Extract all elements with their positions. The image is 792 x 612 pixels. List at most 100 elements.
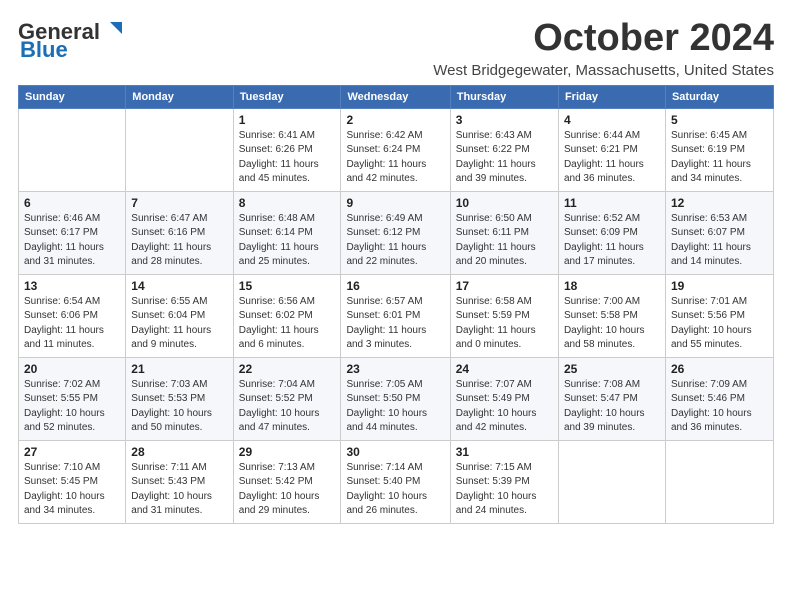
day-number: 4: [564, 113, 660, 127]
calendar-day-cell: 18 Sunrise: 7:00 AM Sunset: 5:58 PM Dayli…: [558, 274, 665, 357]
day-info: Sunrise: 6:56 AM Sunset: 6:02 PM Dayligh…: [239, 295, 336, 353]
calendar-day-cell: 13 Sunrise: 6:54 AM Sunset: 6:06 PM Dayli…: [19, 274, 126, 357]
day-info: Sunrise: 7:13 AM Sunset: 5:42 PM Dayligh…: [239, 461, 336, 519]
logo-icon: [102, 18, 124, 45]
day-info: Sunrise: 6:53 AM Sunset: 6:07 PM Dayligh…: [671, 212, 768, 270]
day-info: Sunrise: 7:09 AM Sunset: 5:46 PM Dayligh…: [671, 378, 768, 436]
day-number: 21: [131, 362, 227, 376]
day-info: Sunrise: 6:43 AM Sunset: 6:22 PM Dayligh…: [456, 129, 553, 187]
calendar-day-cell: 4 Sunrise: 6:44 AM Sunset: 6:21 PM Daylig…: [558, 108, 665, 191]
day-number: 31: [456, 445, 553, 459]
day-info: Sunrise: 6:41 AM Sunset: 6:26 PM Dayligh…: [239, 129, 336, 187]
calendar-day-cell: 1 Sunrise: 6:41 AM Sunset: 6:26 PM Daylig…: [233, 108, 341, 191]
day-info: Sunrise: 6:49 AM Sunset: 6:12 PM Dayligh…: [346, 212, 444, 270]
day-number: 15: [239, 279, 336, 293]
day-info: Sunrise: 7:01 AM Sunset: 5:56 PM Dayligh…: [671, 295, 768, 353]
calendar-day-cell: 10 Sunrise: 6:50 AM Sunset: 6:11 PM Dayli…: [450, 191, 558, 274]
title-area: October 2024 West Bridgegewater, Massach…: [433, 18, 774, 79]
day-number: 19: [671, 279, 768, 293]
calendar-day-cell: [665, 440, 773, 523]
page: General Blue October 2024 West Bridgegew…: [0, 0, 792, 534]
day-number: 10: [456, 196, 553, 210]
day-info: Sunrise: 7:05 AM Sunset: 5:50 PM Dayligh…: [346, 378, 444, 436]
day-number: 20: [24, 362, 120, 376]
calendar-day-cell: 23 Sunrise: 7:05 AM Sunset: 5:50 PM Dayli…: [341, 357, 450, 440]
calendar-day-cell: 7Sunrise: 6:47 AM Sunset: 6:16 PM Daylig…: [126, 191, 233, 274]
day-info: Sunrise: 6:44 AM Sunset: 6:21 PM Dayligh…: [564, 129, 660, 187]
col-tuesday: Tuesday: [233, 85, 341, 108]
calendar-week-row: 6Sunrise: 6:46 AM Sunset: 6:17 PM Daylig…: [19, 191, 774, 274]
calendar-day-cell: 27Sunrise: 7:10 AM Sunset: 5:45 PM Dayli…: [19, 440, 126, 523]
calendar-week-row: 20Sunrise: 7:02 AM Sunset: 5:55 PM Dayli…: [19, 357, 774, 440]
calendar-day-cell: 20Sunrise: 7:02 AM Sunset: 5:55 PM Dayli…: [19, 357, 126, 440]
month-title: October 2024: [433, 18, 774, 60]
day-number: 16: [346, 279, 444, 293]
day-number: 5: [671, 113, 768, 127]
calendar-day-cell: 15 Sunrise: 6:56 AM Sunset: 6:02 PM Dayli…: [233, 274, 341, 357]
day-info: Sunrise: 6:52 AM Sunset: 6:09 PM Dayligh…: [564, 212, 660, 270]
col-monday: Monday: [126, 85, 233, 108]
day-number: 18: [564, 279, 660, 293]
calendar-week-row: 27Sunrise: 7:10 AM Sunset: 5:45 PM Dayli…: [19, 440, 774, 523]
calendar-day-cell: [558, 440, 665, 523]
day-number: 6: [24, 196, 120, 210]
calendar-day-cell: 29 Sunrise: 7:13 AM Sunset: 5:42 PM Dayli…: [233, 440, 341, 523]
day-info: Sunrise: 6:54 AM Sunset: 6:06 PM Dayligh…: [24, 295, 120, 353]
col-wednesday: Wednesday: [341, 85, 450, 108]
day-info: Sunrise: 7:15 AM Sunset: 5:39 PM Dayligh…: [456, 461, 553, 519]
calendar-day-cell: 22 Sunrise: 7:04 AM Sunset: 5:52 PM Dayli…: [233, 357, 341, 440]
day-number: 1: [239, 113, 336, 127]
calendar-week-row: 1 Sunrise: 6:41 AM Sunset: 6:26 PM Daylig…: [19, 108, 774, 191]
day-info: Sunrise: 7:00 AM Sunset: 5:58 PM Dayligh…: [564, 295, 660, 353]
day-number: 2: [346, 113, 444, 127]
calendar-day-cell: 21Sunrise: 7:03 AM Sunset: 5:53 PM Dayli…: [126, 357, 233, 440]
calendar-week-row: 13 Sunrise: 6:54 AM Sunset: 6:06 PM Dayli…: [19, 274, 774, 357]
day-number: 26: [671, 362, 768, 376]
day-info: Sunrise: 6:50 AM Sunset: 6:11 PM Dayligh…: [456, 212, 553, 270]
col-sunday: Sunday: [19, 85, 126, 108]
day-number: 8: [239, 196, 336, 210]
calendar-day-cell: 24Sunrise: 7:07 AM Sunset: 5:49 PM Dayli…: [450, 357, 558, 440]
day-number: 9: [346, 196, 444, 210]
day-info: Sunrise: 7:11 AM Sunset: 5:43 PM Dayligh…: [131, 461, 227, 519]
calendar-day-cell: 8 Sunrise: 6:48 AM Sunset: 6:14 PM Daylig…: [233, 191, 341, 274]
location-title: West Bridgegewater, Massachusetts, Unite…: [433, 62, 774, 79]
day-number: 11: [564, 196, 660, 210]
calendar-day-cell: 14Sunrise: 6:55 AM Sunset: 6:04 PM Dayli…: [126, 274, 233, 357]
day-info: Sunrise: 7:08 AM Sunset: 5:47 PM Dayligh…: [564, 378, 660, 436]
day-number: 12: [671, 196, 768, 210]
day-number: 3: [456, 113, 553, 127]
day-info: Sunrise: 6:48 AM Sunset: 6:14 PM Dayligh…: [239, 212, 336, 270]
calendar-day-cell: 30 Sunrise: 7:14 AM Sunset: 5:40 PM Dayli…: [341, 440, 450, 523]
calendar-day-cell: 5 Sunrise: 6:45 AM Sunset: 6:19 PM Daylig…: [665, 108, 773, 191]
day-info: Sunrise: 6:55 AM Sunset: 6:04 PM Dayligh…: [131, 295, 227, 353]
calendar-day-cell: 28Sunrise: 7:11 AM Sunset: 5:43 PM Dayli…: [126, 440, 233, 523]
col-saturday: Saturday: [665, 85, 773, 108]
day-number: 7: [131, 196, 227, 210]
calendar-day-cell: 26 Sunrise: 7:09 AM Sunset: 5:46 PM Dayli…: [665, 357, 773, 440]
header: General Blue October 2024 West Bridgegew…: [18, 18, 774, 79]
logo-area: General Blue: [18, 18, 124, 63]
day-number: 23: [346, 362, 444, 376]
calendar-day-cell: [126, 108, 233, 191]
calendar-day-cell: 11 Sunrise: 6:52 AM Sunset: 6:09 PM Dayli…: [558, 191, 665, 274]
day-info: Sunrise: 7:07 AM Sunset: 5:49 PM Dayligh…: [456, 378, 553, 436]
day-number: 30: [346, 445, 444, 459]
calendar-header-row: Sunday Monday Tuesday Wednesday Thursday…: [19, 85, 774, 108]
calendar-day-cell: [19, 108, 126, 191]
day-number: 17: [456, 279, 553, 293]
calendar-day-cell: 9 Sunrise: 6:49 AM Sunset: 6:12 PM Daylig…: [341, 191, 450, 274]
calendar: Sunday Monday Tuesday Wednesday Thursday…: [18, 85, 774, 524]
day-info: Sunrise: 6:45 AM Sunset: 6:19 PM Dayligh…: [671, 129, 768, 187]
calendar-day-cell: 2Sunrise: 6:42 AM Sunset: 6:24 PM Daylig…: [341, 108, 450, 191]
day-number: 13: [24, 279, 120, 293]
calendar-day-cell: 31 Sunrise: 7:15 AM Sunset: 5:39 PM Dayli…: [450, 440, 558, 523]
day-info: Sunrise: 7:14 AM Sunset: 5:40 PM Dayligh…: [346, 461, 444, 519]
calendar-day-cell: 3 Sunrise: 6:43 AM Sunset: 6:22 PM Daylig…: [450, 108, 558, 191]
day-info: Sunrise: 7:04 AM Sunset: 5:52 PM Dayligh…: [239, 378, 336, 436]
day-number: 25: [564, 362, 660, 376]
day-number: 22: [239, 362, 336, 376]
calendar-day-cell: 25 Sunrise: 7:08 AM Sunset: 5:47 PM Dayli…: [558, 357, 665, 440]
day-number: 29: [239, 445, 336, 459]
calendar-day-cell: 17Sunrise: 6:58 AM Sunset: 5:59 PM Dayli…: [450, 274, 558, 357]
